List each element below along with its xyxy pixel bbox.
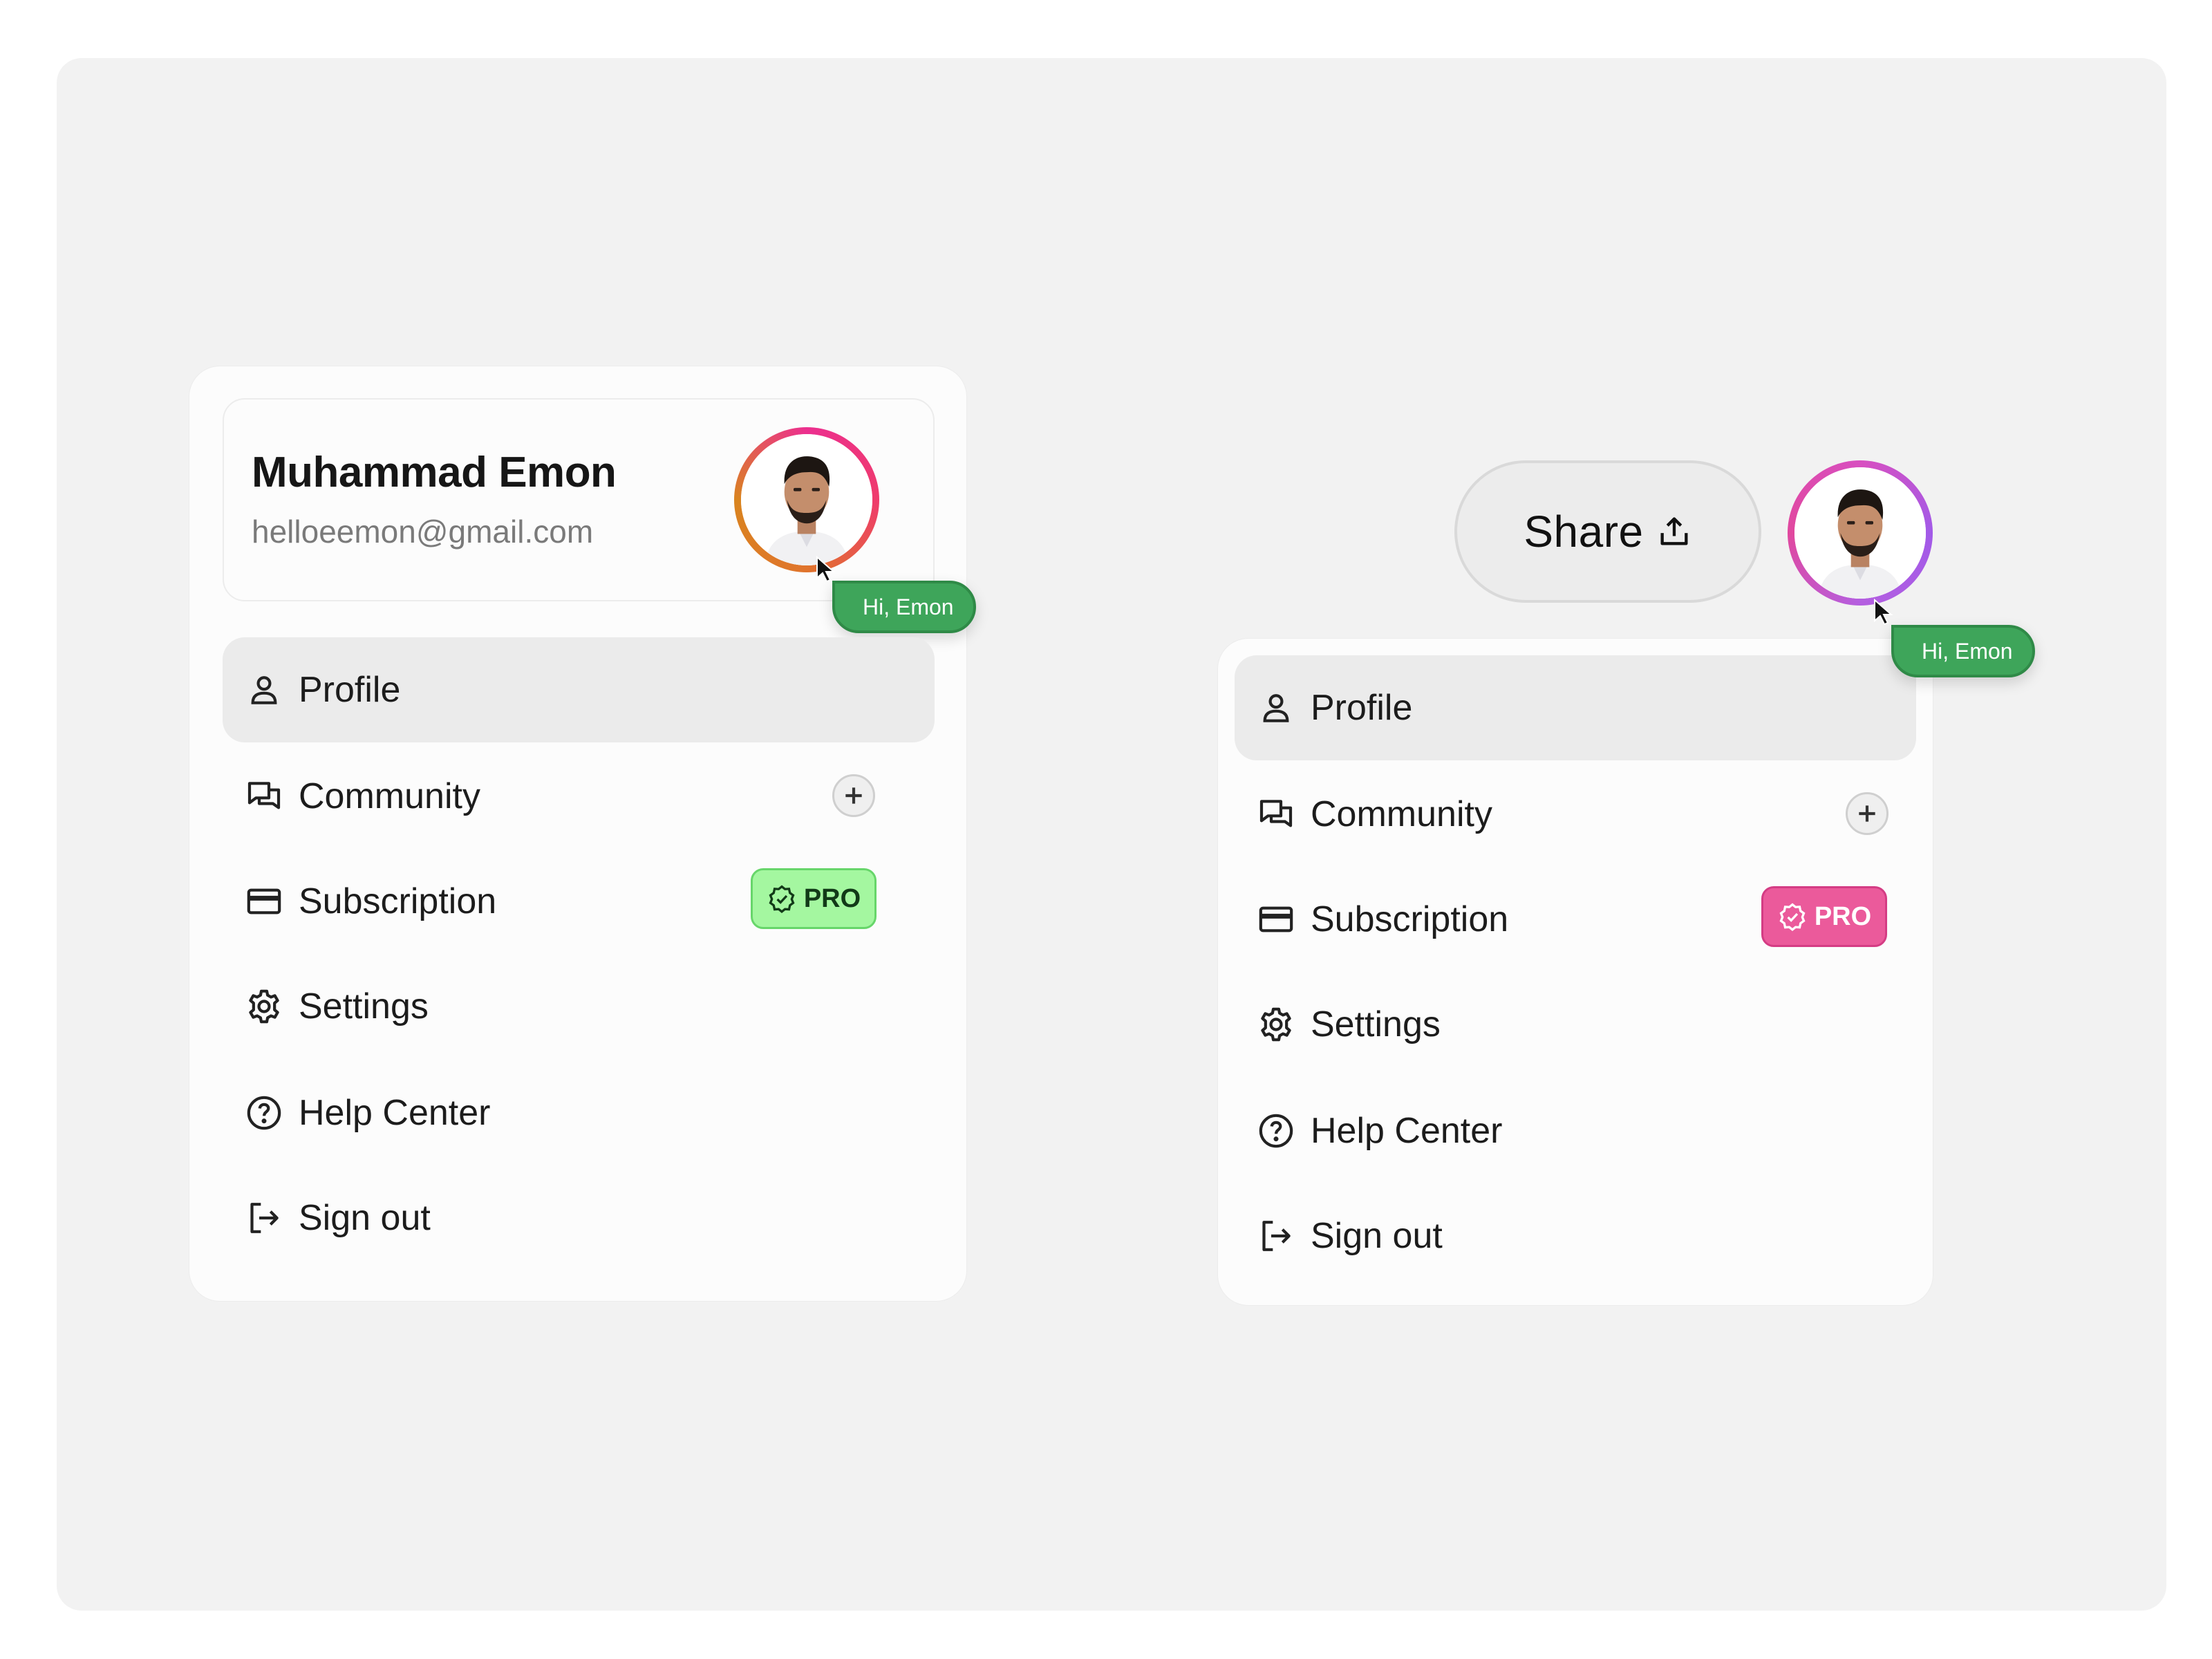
help-circle-icon (1259, 1114, 1293, 1148)
menu-item-settings[interactable]: Settings (1235, 972, 1916, 1077)
menu-item-sign-out[interactable]: Sign out (1235, 1183, 1916, 1288)
gear-icon (1261, 1007, 1291, 1042)
menu-item-help-center[interactable]: Help Center (1235, 1078, 1916, 1183)
user-icon (251, 676, 277, 704)
user-email: helloeemon@gmail.com (252, 514, 594, 550)
credit-card-icon (1259, 906, 1293, 932)
menu-item-label: Settings (1311, 1004, 1441, 1044)
menu-item-label: Help Center (1311, 1111, 1503, 1151)
add-community-button[interactable] (832, 774, 875, 817)
avatar-photo (741, 434, 872, 565)
share-upload-icon (1660, 517, 1688, 545)
pro-badge: PRO (1761, 886, 1887, 947)
gear-icon (249, 989, 279, 1024)
menu-item-label: Settings (299, 986, 429, 1027)
menu-item-profile[interactable]: Profile (1235, 655, 1916, 760)
verified-badge-icon (1779, 903, 1806, 931)
user-name: Muhammad Emon (252, 449, 617, 496)
chat-icon (247, 782, 281, 809)
avatar-photo (1794, 467, 1926, 599)
menu-item-community[interactable]: Community (1235, 762, 1916, 867)
menu-item-label: Sign out (299, 1198, 431, 1238)
menu-item-label: Help Center (299, 1093, 491, 1133)
verified-badge-icon (769, 885, 795, 913)
pro-label: PRO (1814, 901, 1872, 931)
menu-item-community[interactable]: Community (223, 744, 935, 849)
plus-icon (1859, 805, 1875, 822)
menu-item-label: Community (1311, 794, 1492, 834)
sign-out-icon (1262, 1221, 1291, 1251)
share-button[interactable]: Share (1454, 460, 1761, 603)
cursor-pointer-icon (816, 556, 836, 583)
plus-icon (845, 787, 862, 804)
menu-item-settings[interactable]: Settings (223, 954, 935, 1059)
menu-item-label: Community (299, 776, 480, 816)
sign-out-icon (250, 1203, 279, 1233)
menu-item-profile[interactable]: Profile (223, 637, 935, 742)
menu-item-sign-out[interactable]: Sign out (223, 1165, 935, 1271)
share-label: Share (1524, 507, 1644, 556)
credit-card-icon (247, 888, 281, 915)
pro-label: PRO (803, 883, 861, 913)
menu-item-label: Subscription (299, 881, 497, 921)
pro-badge: PRO (751, 868, 877, 929)
avatar[interactable] (734, 427, 879, 572)
menu-item-label: Profile (299, 670, 401, 710)
chat-icon (1259, 800, 1293, 827)
greeting-tooltip: Hi, Emon (832, 581, 976, 633)
avatar-button[interactable] (1788, 460, 1933, 606)
help-circle-icon (247, 1096, 281, 1130)
user-icon (1263, 694, 1289, 722)
menu-item-label: Profile (1311, 688, 1413, 728)
add-community-button[interactable] (1846, 792, 1888, 835)
cursor-pointer-icon (1874, 599, 1893, 626)
greeting-tooltip: Hi, Emon (1891, 625, 2035, 677)
menu-item-label: Subscription (1311, 899, 1509, 939)
menu-item-label: Sign out (1311, 1216, 1443, 1256)
menu-item-help-center[interactable]: Help Center (223, 1060, 935, 1165)
